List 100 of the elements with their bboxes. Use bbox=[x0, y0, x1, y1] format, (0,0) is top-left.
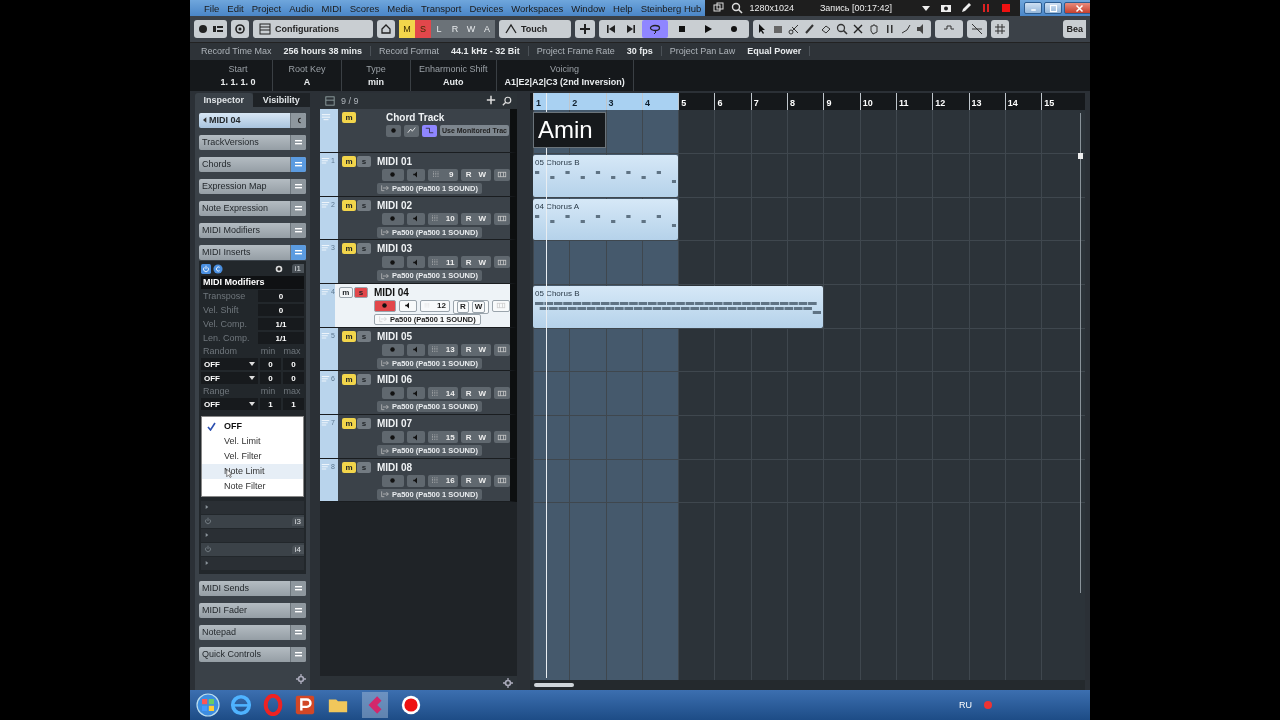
mute-button[interactable]: m bbox=[342, 111, 356, 123]
pause-icon[interactable] bbox=[980, 2, 992, 14]
inspector-section[interactable]: Note Expression bbox=[199, 200, 306, 216]
mode-toggle[interactable]: L bbox=[431, 20, 447, 38]
horizontal-scrollbar[interactable] bbox=[534, 683, 574, 688]
mode-toggle[interactable]: A bbox=[479, 20, 495, 38]
midi-part[interactable]: 04 Chorus A bbox=[533, 198, 679, 241]
section-toggle-icon[interactable] bbox=[290, 178, 306, 194]
quantize-icon[interactable] bbox=[970, 23, 984, 35]
read-button[interactable]: R bbox=[456, 300, 469, 313]
solo-button[interactable]: s bbox=[357, 330, 371, 342]
channel-selector[interactable]: 9 bbox=[427, 168, 458, 181]
write-button[interactable]: W bbox=[471, 300, 486, 313]
solo-button[interactable]: s bbox=[357, 461, 371, 473]
solo-button[interactable]: s bbox=[357, 418, 371, 429]
chord-assistant-button[interactable] bbox=[422, 124, 437, 137]
channel-selector[interactable]: 10 bbox=[427, 212, 458, 225]
inspector-section[interactable]: Chords bbox=[199, 156, 306, 172]
bars-icon[interactable] bbox=[884, 23, 896, 35]
browser-e-icon[interactable] bbox=[230, 694, 252, 716]
section-toggle-icon[interactable] bbox=[290, 244, 306, 260]
cross-icon[interactable] bbox=[852, 23, 864, 35]
mode-toggle[interactable]: W bbox=[463, 20, 479, 38]
section-toggle-icon[interactable] bbox=[290, 624, 306, 640]
parameter-value[interactable]: 1/1 bbox=[258, 318, 304, 331]
section-toggle-icon[interactable] bbox=[290, 580, 306, 596]
inspector-section[interactable]: TrackVersions bbox=[199, 134, 306, 150]
menu-item[interactable]: Help bbox=[609, 2, 637, 14]
section-toggle-icon[interactable] bbox=[290, 156, 306, 172]
voicing-button[interactable] bbox=[404, 124, 419, 137]
mute-button[interactable]: m bbox=[342, 199, 356, 211]
min-value[interactable]: 0 bbox=[260, 372, 281, 385]
cycle-button[interactable] bbox=[642, 20, 668, 38]
line-icon[interactable] bbox=[900, 23, 912, 35]
mute-button[interactable]: m bbox=[342, 374, 356, 386]
presentation-icon[interactable] bbox=[294, 694, 316, 716]
inspector-section[interactable]: MIDI Inserts bbox=[199, 244, 306, 260]
monitor-button[interactable] bbox=[398, 299, 417, 312]
menu-item[interactable]: Devices bbox=[465, 2, 508, 14]
minimize-button[interactable] bbox=[1024, 2, 1042, 14]
mode-toggle[interactable]: M bbox=[399, 20, 415, 38]
min-value[interactable]: 0 bbox=[260, 358, 281, 371]
chord-event[interactable]: Amin bbox=[533, 111, 606, 148]
mode-toggle[interactable]: R bbox=[447, 20, 463, 38]
maximize-button[interactable] bbox=[1044, 2, 1062, 14]
max-value[interactable]: 0 bbox=[283, 358, 304, 371]
inspector-tab[interactable]: Visibility bbox=[252, 92, 310, 107]
midi-part[interactable]: 05 Chorus B bbox=[533, 154, 679, 197]
camera-icon[interactable] bbox=[940, 2, 952, 14]
inspector-tab[interactable]: Inspector bbox=[195, 92, 253, 107]
section-toggle-icon[interactable] bbox=[290, 134, 306, 150]
section-toggle-icon[interactable] bbox=[290, 646, 306, 662]
configurations-dropdown[interactable]: Configurations bbox=[253, 20, 373, 38]
search-icon[interactable] bbox=[502, 95, 512, 106]
menu-item[interactable]: MIDI bbox=[317, 2, 346, 14]
inspector-section[interactable]: MIDI Modifiers bbox=[199, 222, 306, 238]
start-orb-icon[interactable] bbox=[196, 693, 220, 717]
inspector-section[interactable]: MIDI Fader bbox=[199, 602, 306, 618]
midi-part[interactable]: 05 Chorus B bbox=[533, 285, 824, 328]
inspector-section[interactable]: MIDI Sends bbox=[199, 580, 306, 596]
add-icon[interactable] bbox=[486, 94, 496, 105]
mute-button[interactable]: m bbox=[342, 461, 356, 473]
channel-selector[interactable]: 14 bbox=[427, 387, 458, 400]
language-indicator[interactable]: RU bbox=[959, 700, 972, 710]
settings-icon[interactable] bbox=[503, 678, 513, 689]
solo-button[interactable]: s bbox=[357, 374, 371, 386]
mute-button[interactable]: m bbox=[342, 418, 356, 429]
stop-icon[interactable] bbox=[1000, 2, 1012, 14]
power-icon[interactable] bbox=[201, 263, 211, 274]
max-value[interactable]: 1 bbox=[283, 398, 304, 411]
inspector-section[interactable]: Quick Controls bbox=[199, 646, 306, 662]
mute-button[interactable]: m bbox=[342, 330, 356, 342]
hand-icon[interactable] bbox=[868, 23, 880, 35]
inspector-section[interactable]: Notepad bbox=[199, 624, 306, 640]
solo-button[interactable]: s bbox=[357, 155, 371, 167]
rectangle-icon[interactable] bbox=[772, 23, 784, 35]
mute-button[interactable]: m bbox=[342, 243, 356, 255]
zoom-icon[interactable] bbox=[836, 23, 848, 35]
menu-item[interactable]: Transport bbox=[417, 2, 466, 14]
mode-dropdown[interactable]: OFF bbox=[201, 398, 258, 411]
channel-selector[interactable]: 13 bbox=[427, 343, 458, 356]
parameter-value[interactable]: 0 bbox=[258, 304, 304, 317]
section-toggle-icon[interactable] bbox=[290, 602, 306, 618]
eraser-icon[interactable] bbox=[820, 23, 832, 35]
automation-mode-dropdown[interactable]: Touch bbox=[499, 20, 571, 38]
inspector-section[interactable]: Expression Map bbox=[199, 178, 306, 194]
menu-item[interactable]: Media bbox=[383, 2, 418, 14]
max-value[interactable]: 0 bbox=[283, 372, 304, 385]
settings-icon[interactable] bbox=[296, 674, 306, 685]
menu-item[interactable]: Audio bbox=[285, 2, 318, 14]
channel-selector[interactable]: 11 bbox=[427, 256, 458, 269]
menu-item[interactable]: Window bbox=[567, 2, 610, 14]
channel-selector[interactable]: 16 bbox=[427, 474, 458, 487]
section-toggle-icon[interactable] bbox=[290, 200, 306, 216]
solo-button[interactable]: s bbox=[357, 199, 371, 211]
mute-button[interactable]: m bbox=[342, 155, 356, 167]
menu-item[interactable]: Scores bbox=[345, 2, 384, 14]
grid-icon[interactable] bbox=[994, 23, 1006, 35]
pointer-icon[interactable] bbox=[756, 23, 768, 35]
menu-item[interactable]: Project bbox=[247, 2, 286, 14]
